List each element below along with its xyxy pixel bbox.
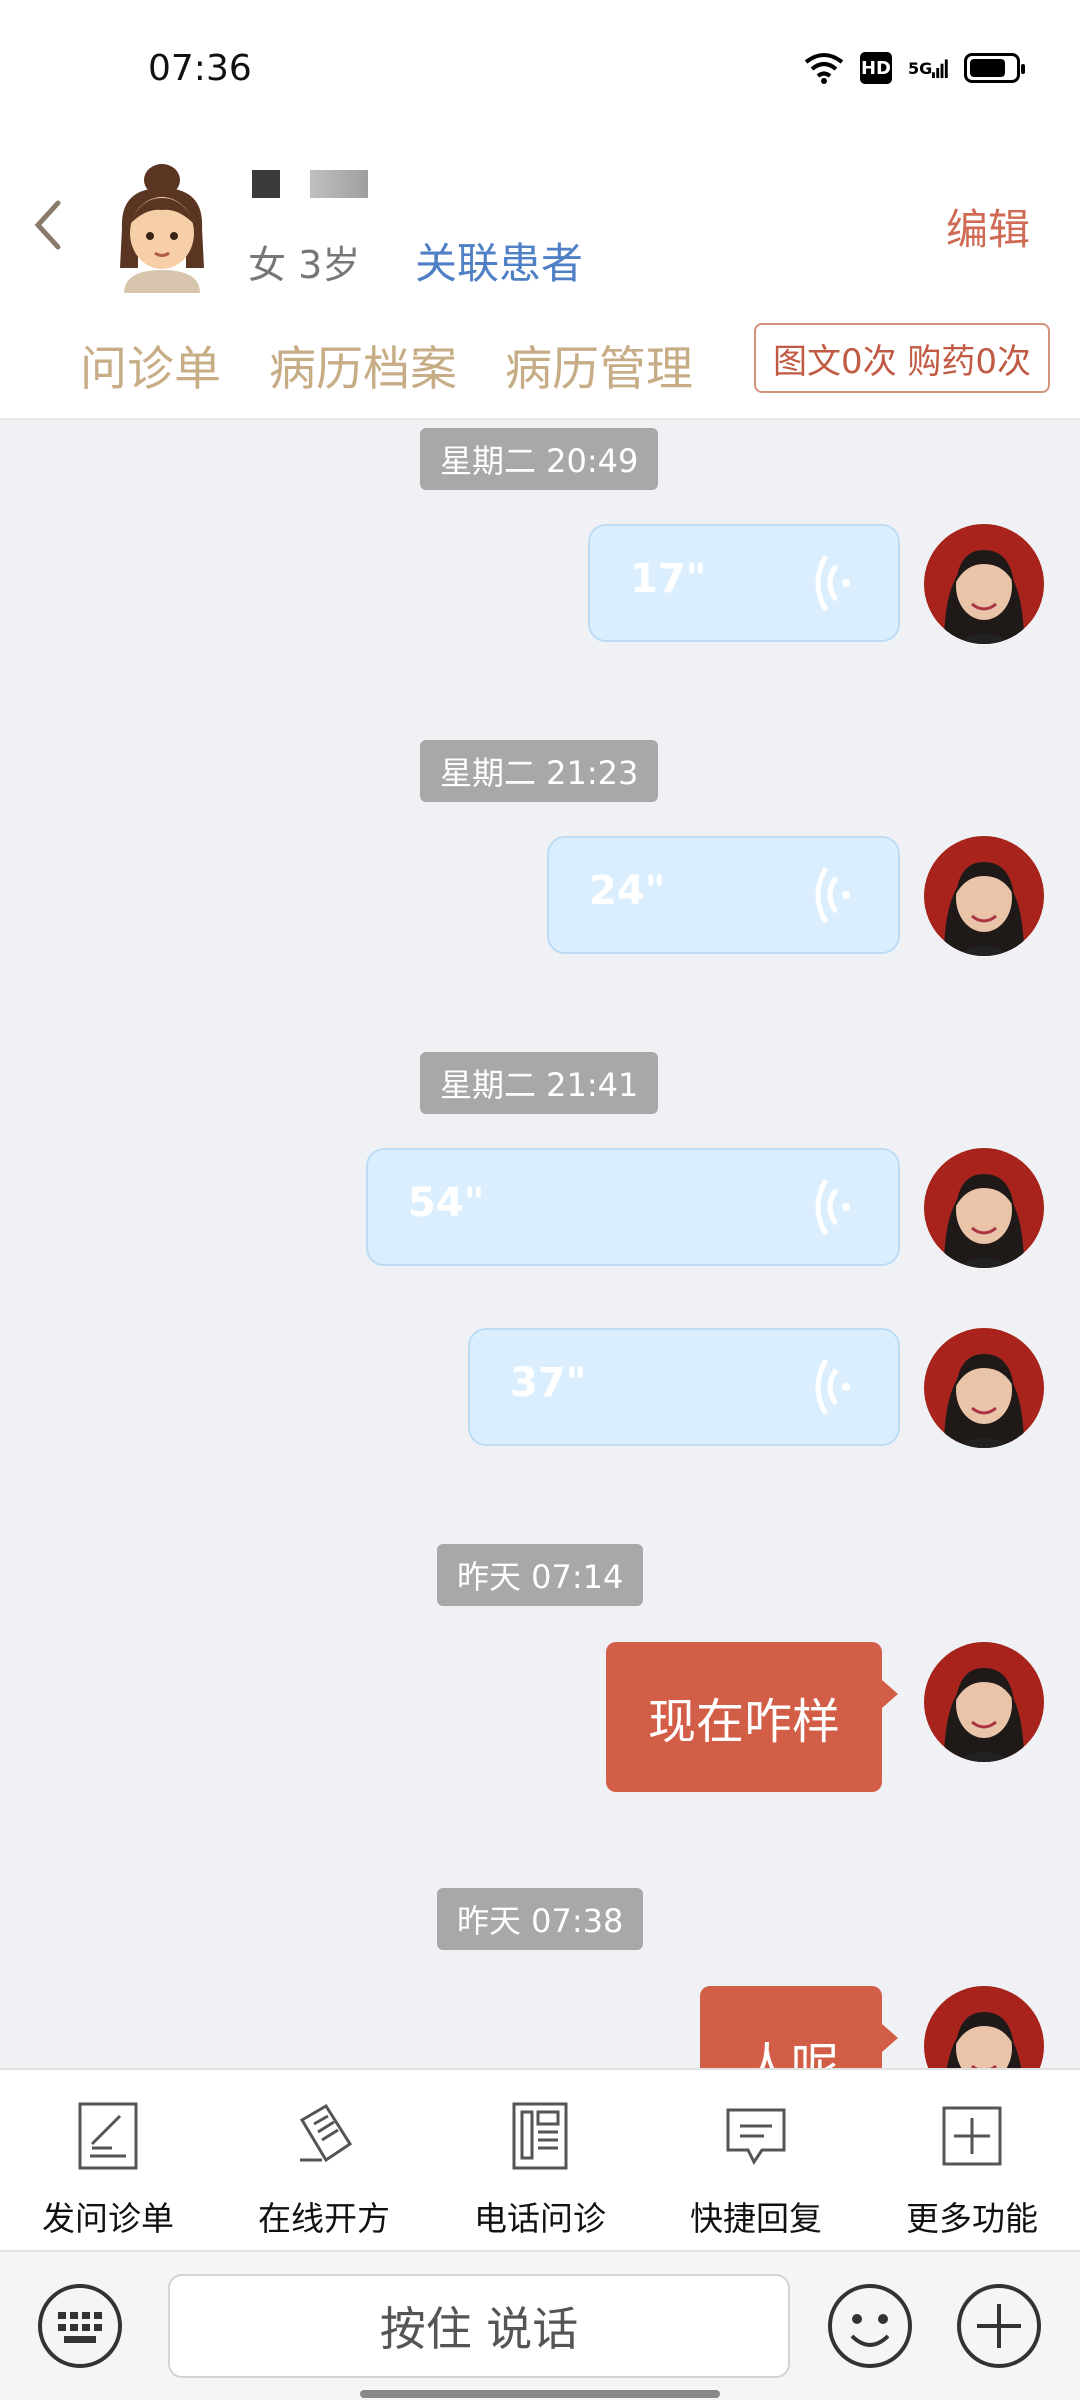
voice-wave-icon: [815, 866, 850, 924]
status-icons: HD 5G: [804, 52, 1025, 84]
status-time: 07:36: [148, 48, 252, 89]
voice-duration: 24": [589, 868, 666, 914]
battery-fill: [970, 59, 1005, 77]
form-icon: [78, 2102, 138, 2170]
usage-badge: 图文0次 购药0次: [754, 323, 1050, 393]
voice-duration: 37": [510, 1360, 587, 1406]
phone-consult-button[interactable]: 电话问诊: [432, 2070, 648, 2252]
voice-wave-icon: [815, 1358, 850, 1416]
doctor-avatar[interactable]: [924, 1986, 1044, 2068]
timestamp: 昨天 07:14: [437, 1544, 644, 1606]
tab-consult-form[interactable]: 问诊单: [80, 330, 221, 399]
patient-name-redacted: [252, 170, 368, 198]
toolbar-label: 发问诊单: [42, 2199, 174, 2238]
function-toolbar: 发问诊单 在线开方 电话问诊 快捷回复 更多功能: [0, 2068, 1080, 2250]
redacted-block: [252, 170, 280, 198]
redacted-block: [310, 170, 368, 198]
send-form-button[interactable]: 发问诊单: [0, 2070, 216, 2252]
back-icon[interactable]: [30, 195, 70, 255]
hd-icon: HD: [860, 52, 892, 84]
voice-duration: 54": [408, 1180, 485, 1226]
text-message[interactable]: 人呢: [700, 1986, 898, 2068]
doctor-avatar[interactable]: [924, 1328, 1044, 1448]
phone-icon: [512, 2102, 568, 2170]
patient-avatar[interactable]: [100, 158, 225, 293]
prescription-icon: [299, 2103, 353, 2163]
voice-duration: 17": [630, 556, 707, 602]
link-patient-button[interactable]: 关联患者: [415, 230, 583, 291]
toolbar-label: 在线开方: [258, 2199, 390, 2238]
tab-record-management[interactable]: 病历管理: [505, 330, 693, 399]
voice-wave-icon: [815, 554, 850, 612]
status-bar: 07:36 HD 5G: [0, 0, 1080, 130]
more-functions-button[interactable]: 更多功能: [864, 2070, 1080, 2252]
voice-message[interactable]: 37": [468, 1328, 900, 1446]
voice-message[interactable]: 24": [547, 836, 900, 954]
voice-wave-icon: [815, 1178, 850, 1236]
timestamp: 星期二 21:41: [420, 1052, 659, 1114]
quick-reply-icon: [726, 2108, 786, 2165]
online-prescription-button[interactable]: 在线开方: [216, 2070, 432, 2252]
wifi-icon: [804, 52, 844, 84]
plus-icon[interactable]: [955, 2282, 1043, 2370]
hold-to-talk-button[interactable]: 按住 说话: [168, 2274, 790, 2378]
keyboard-icon[interactable]: [36, 2282, 124, 2370]
timestamp: 昨天 07:38: [437, 1888, 644, 1950]
chat-header: 女 3岁 关联患者 编辑 问诊单 病历档案 病历管理 图文0次 购药0次: [0, 130, 1080, 420]
doctor-avatar[interactable]: [924, 524, 1044, 644]
battery-icon: [964, 53, 1025, 83]
input-bar: 按住 说话: [0, 2250, 1080, 2400]
text-message[interactable]: 现在咋样: [606, 1642, 898, 1792]
toolbar-label: 电话问诊: [474, 2199, 606, 2238]
patient-info: 女 3岁: [248, 243, 361, 287]
quick-reply-button[interactable]: 快捷回复: [648, 2070, 864, 2252]
doctor-avatar[interactable]: [924, 836, 1044, 956]
network-type: 5G: [908, 58, 933, 78]
doctor-avatar[interactable]: [924, 1148, 1044, 1268]
signal-icon: 5G: [908, 52, 948, 84]
chat-area[interactable]: 星期二 20:49 17" 星期二 21:23 24" 星期二 21:41 54…: [0, 420, 1080, 2068]
toolbar-label: 快捷回复: [690, 2199, 822, 2238]
edit-button[interactable]: 编辑: [946, 196, 1030, 257]
more-icon: [942, 2106, 1002, 2166]
tab-medical-records[interactable]: 病历档案: [269, 330, 457, 399]
doctor-avatar[interactable]: [924, 1642, 1044, 1762]
timestamp: 星期二 20:49: [420, 428, 659, 490]
toolbar-label: 更多功能: [906, 2199, 1038, 2238]
timestamp: 星期二 21:23: [420, 740, 659, 802]
header-tabs: 问诊单 病历档案 病历管理: [80, 330, 693, 399]
emoji-icon[interactable]: [826, 2282, 914, 2370]
voice-message[interactable]: 17": [588, 524, 900, 642]
home-indicator[interactable]: [360, 2390, 720, 2398]
voice-message[interactable]: 54": [366, 1148, 900, 1266]
